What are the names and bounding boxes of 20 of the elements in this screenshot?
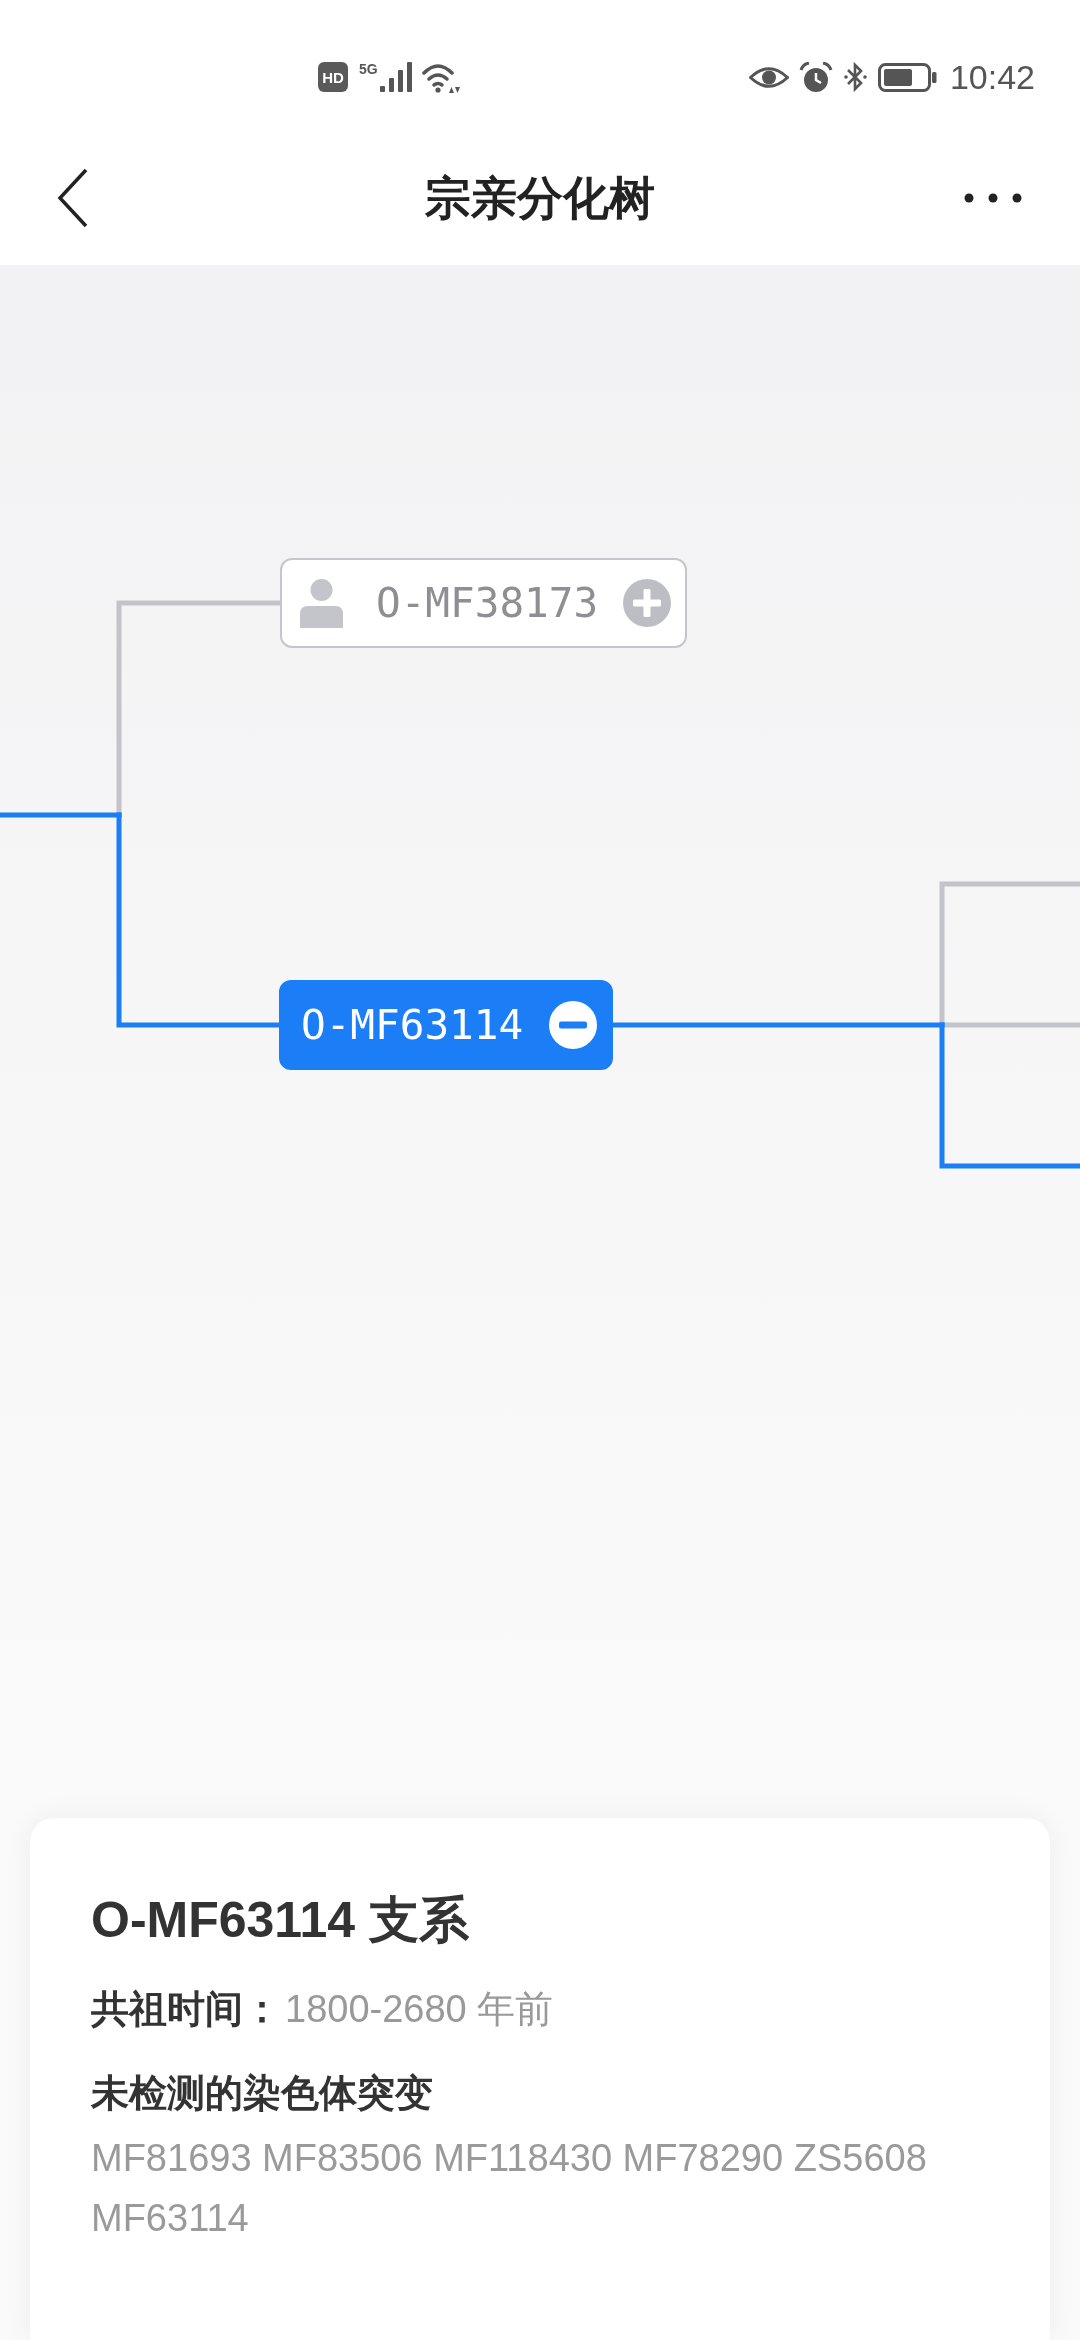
status-time: 10:42 [949, 57, 1035, 97]
more-icon[interactable] [964, 192, 1022, 203]
ancestor-time-label: 共祖时间： [91, 1987, 281, 2032]
bluetooth-icon [843, 61, 867, 93]
network-type-label: 5G [359, 61, 378, 76]
alarm-clock-icon [798, 61, 833, 93]
tree-node[interactable]: O-MF63114 [279, 980, 613, 1070]
battery-icon [877, 62, 937, 92]
eye-icon [748, 64, 789, 90]
page-title: 宗亲分化树 [424, 170, 655, 226]
tree-node[interactable]: O-MF38173 [280, 558, 687, 648]
mutations-text: MF81693 MF83506 MF118430 MF78290 ZS5608 MF63114 [91, 2136, 928, 2241]
back-icon[interactable] [57, 167, 89, 228]
collapse-icon[interactable] [549, 1001, 597, 1049]
wifi-icon [421, 61, 460, 93]
hd-indicator: HD [318, 62, 348, 92]
mutations-heading: 未检测的染色体突变 [91, 2071, 434, 2116]
signal-icon [379, 62, 412, 92]
ancestor-time-value: 1800-2680 年前 [285, 1987, 554, 2032]
branch-title: O-MF63114 支系 [91, 1891, 470, 1950]
